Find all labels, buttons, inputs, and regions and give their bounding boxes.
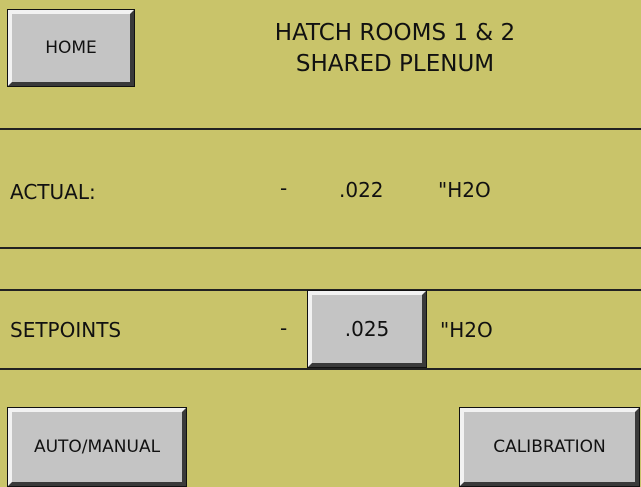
setpoints-sign: -: [280, 316, 288, 340]
actual-unit: "H2O: [438, 178, 491, 202]
home-button[interactable]: HOME: [7, 9, 135, 87]
home-button-label: HOME: [45, 38, 97, 58]
calibration-button-label: CALIBRATION: [493, 437, 606, 457]
hmi-screen: HOME HATCH ROOMS 1 & 2 SHARED PLENUM ACT…: [0, 0, 641, 487]
setpoints-label: SETPOINTS: [10, 318, 122, 342]
setpoint-value-button[interactable]: .025: [307, 290, 427, 368]
auto-manual-button-label: AUTO/MANUAL: [33, 437, 161, 457]
actual-label: ACTUAL:: [10, 180, 96, 204]
page-title-line1: HATCH ROOMS 1 & 2: [274, 20, 516, 46]
actual-sign: -: [280, 176, 288, 200]
auto-manual-button[interactable]: AUTO/MANUAL: [7, 407, 187, 487]
divider-2: [0, 247, 641, 249]
calibration-button[interactable]: CALIBRATION: [459, 407, 640, 487]
divider-1: [0, 128, 641, 130]
divider-4: [0, 368, 641, 370]
setpoint-value: .025: [344, 317, 390, 341]
page-title-line2: SHARED PLENUM: [295, 51, 495, 77]
actual-value: .022: [339, 178, 384, 202]
page-title: HATCH ROOMS 1 & 2 SHARED PLENUM: [160, 18, 630, 80]
setpoints-unit: "H2O: [440, 318, 493, 342]
